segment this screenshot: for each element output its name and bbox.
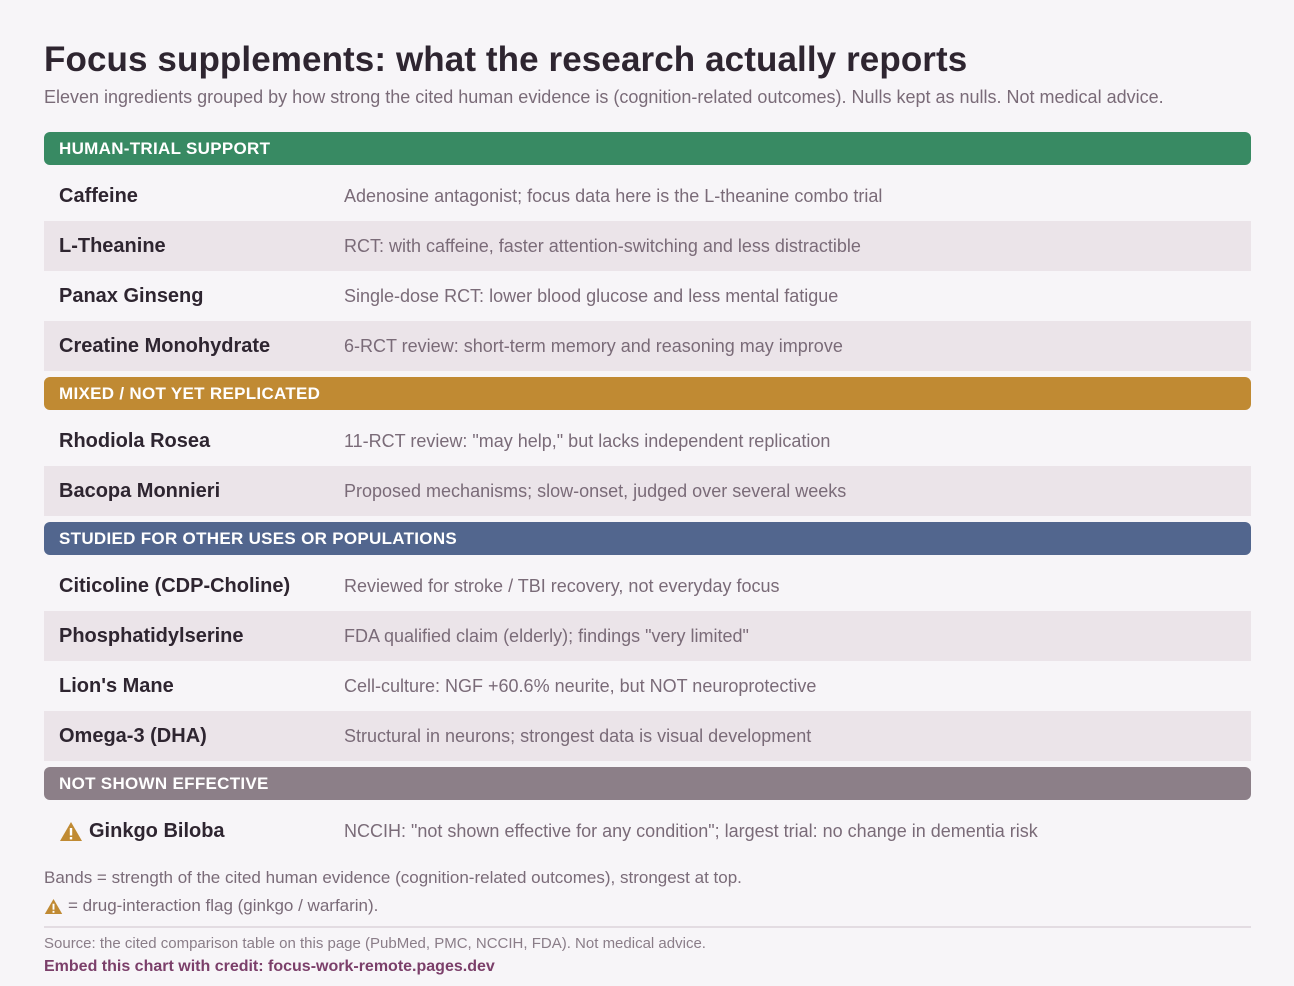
evidence-summary: Adenosine antagonist; focus data here is…	[344, 185, 883, 206]
table-row: Ginkgo Biloba NCCIH: "not shown effective…	[44, 806, 1251, 856]
footer-divider	[44, 926, 1251, 928]
evidence-summary: Single-dose RCT: lower blood glucose and…	[344, 285, 839, 306]
ingredient-name: Ginkgo Biloba	[89, 819, 225, 842]
evidence-summary: Structural in neurons; strongest data is…	[344, 725, 812, 746]
evidence-summary: RCT: with caffeine, faster attention-swi…	[344, 235, 861, 256]
evidence-band: MIXED / NOT YET REPLICATED Rhodiola Rosea…	[44, 377, 1251, 516]
ingredient-name-cell: L-Theanine	[44, 235, 344, 258]
ingredient-name: Panax Ginseng	[59, 284, 204, 307]
flag-note: = drug-interaction flag (ginkgo / warfar…	[44, 892, 742, 920]
ingredient-name: Caffeine	[59, 184, 138, 207]
ingredient-name: Lion's Mane	[59, 674, 174, 697]
source-line: Source: the cited comparison table on th…	[44, 935, 706, 952]
band-header: MIXED / NOT YET REPLICATED	[44, 377, 1251, 410]
ingredient-name: L-Theanine	[59, 234, 166, 257]
evidence-band: NOT SHOWN EFFECTIVE Ginkgo Biloba NCCIH: "…	[44, 767, 1251, 856]
page-subtitle: Eleven ingredients grouped by how strong…	[44, 87, 1164, 107]
ingredient-name: Phosphatidylserine	[59, 624, 244, 647]
table-row: Bacopa Monnieri Proposed mechanisms; slow…	[44, 466, 1251, 516]
table-row: L-Theanine RCT: with caffeine, faster att…	[44, 221, 1251, 271]
evidence-summary: NCCIH: "not shown effective for any cond…	[344, 820, 1038, 841]
evidence-summary: Proposed mechanisms; slow-onset, judged …	[344, 480, 847, 501]
credit-line[interactable]: Embed this chart with credit: focus-work…	[44, 958, 495, 976]
table-row: Citicoline (CDP-Choline) Reviewed for str…	[44, 561, 1251, 611]
ingredient-name-cell: Creatine Monohydrate	[44, 335, 344, 358]
table-row: Lion's Mane Cell-culture: NGF +60.6% neur…	[44, 661, 1251, 711]
evidence-summary: Reviewed for stroke / TBI recovery, not …	[344, 575, 780, 596]
table-row: Rhodiola Rosea 11-RCT review: "may help,"…	[44, 416, 1251, 466]
ingredient-name-cell: Phosphatidylserine	[44, 625, 344, 648]
table-row: Creatine Monohydrate 6-RCT review: short-…	[44, 321, 1251, 371]
ingredient-name: Bacopa Monnieri	[59, 479, 221, 502]
ingredient-name-cell: Lion's Mane	[44, 675, 344, 698]
flag-note-text: = drug-interaction flag (ginkgo / warfar…	[68, 896, 379, 915]
warning-icon	[44, 898, 63, 914]
page: Focus supplements: what the research act…	[0, 0, 1294, 986]
table-row: Omega-3 (DHA) Structural in neurons; stro…	[44, 711, 1251, 761]
evidence-summary: 11-RCT review: "may help," but lacks ind…	[344, 430, 831, 451]
band-header: NOT SHOWN EFFECTIVE	[44, 767, 1251, 800]
table-row: Caffeine Adenosine antagonist; focus data…	[44, 171, 1251, 221]
evidence-bands: HUMAN-TRIAL SUPPORT Caffeine Adenosine ant…	[44, 132, 1251, 856]
ingredient-name-cell: Rhodiola Rosea	[44, 430, 344, 453]
evidence-summary: FDA qualified claim (elderly); findings …	[344, 625, 749, 646]
band-header: STUDIED FOR OTHER USES OR POPULATIONS	[44, 522, 1251, 555]
bands-note: Bands = strength of the cited human evid…	[44, 868, 742, 887]
page-title: Focus supplements: what the research act…	[44, 40, 968, 79]
ingredient-name: Rhodiola Rosea	[59, 429, 211, 452]
ingredient-name-cell: Citicoline (CDP-Choline)	[44, 575, 344, 598]
ingredient-name: Citicoline (CDP-Choline)	[59, 574, 291, 597]
warning-icon	[60, 821, 82, 841]
table-row: Phosphatidylserine FDA qualified claim (e…	[44, 611, 1251, 661]
ingredient-name-cell: Caffeine	[44, 185, 344, 208]
evidence-summary: 6-RCT review: short-term memory and reas…	[344, 335, 843, 356]
footer-notes: Bands = strength of the cited human evid…	[44, 864, 742, 920]
evidence-band: STUDIED FOR OTHER USES OR POPULATIONS Cit…	[44, 522, 1251, 761]
ingredient-name-cell: Bacopa Monnieri	[44, 480, 344, 503]
ingredient-name-cell: Omega-3 (DHA)	[44, 725, 344, 748]
ingredient-name-cell: Ginkgo Biloba	[44, 820, 344, 843]
band-header: HUMAN-TRIAL SUPPORT	[44, 132, 1251, 165]
ingredient-name-cell: Panax Ginseng	[44, 285, 344, 308]
evidence-summary: Cell-culture: NGF +60.6% neurite, but NO…	[344, 675, 817, 696]
ingredient-name: Omega-3 (DHA)	[59, 724, 207, 747]
ingredient-name: Creatine Monohydrate	[59, 334, 271, 357]
table-row: Panax Ginseng Single-dose RCT: lower bloo…	[44, 271, 1251, 321]
evidence-band: HUMAN-TRIAL SUPPORT Caffeine Adenosine ant…	[44, 132, 1251, 371]
